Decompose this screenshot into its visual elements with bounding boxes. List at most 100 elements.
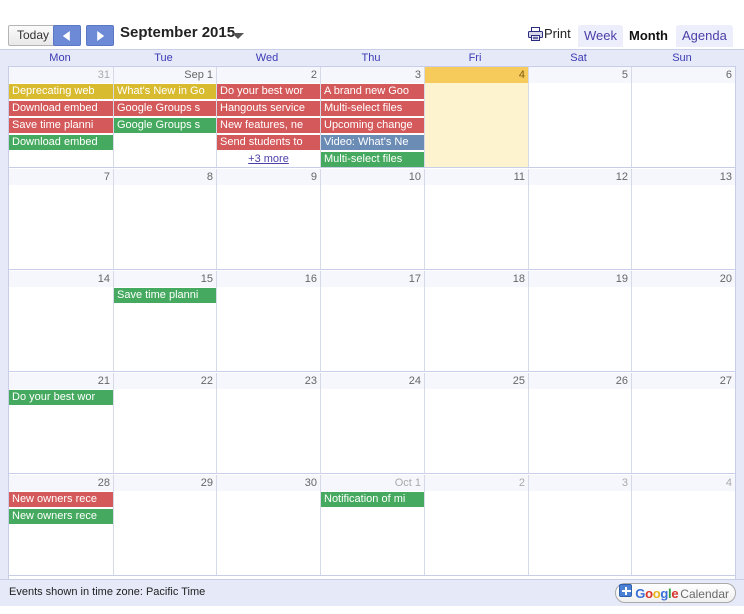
day-number[interactable]: Oct 1 bbox=[395, 475, 421, 491]
tab-week[interactable]: Week bbox=[578, 25, 623, 47]
calendar-event[interactable]: Download embed bbox=[9, 101, 113, 116]
calendar-event[interactable]: Upcoming change bbox=[321, 118, 424, 133]
day-number[interactable]: 4 bbox=[726, 475, 732, 491]
day-cell-sep-1[interactable]: Sep 1What's New in Go Google Groups s Goog… bbox=[113, 67, 216, 167]
day-number[interactable]: 26 bbox=[616, 373, 628, 389]
day-number[interactable]: 3 bbox=[415, 67, 421, 83]
calendar-event[interactable]: New owners rece bbox=[9, 509, 113, 524]
day-number[interactable]: 10 bbox=[409, 169, 421, 185]
day-cell-15[interactable]: 15Save time planni bbox=[113, 271, 216, 371]
day-cell-21[interactable]: 21Do your best wor bbox=[9, 373, 113, 473]
calendar-event[interactable]: Multi-select files bbox=[321, 152, 424, 167]
day-number[interactable]: 15 bbox=[201, 271, 213, 287]
day-cell-14[interactable]: 14 bbox=[9, 271, 113, 371]
day-cell-20[interactable]: 20 bbox=[631, 271, 735, 371]
day-number[interactable]: 7 bbox=[104, 169, 110, 185]
day-cell-7[interactable]: 7 bbox=[9, 169, 113, 269]
day-number[interactable]: 29 bbox=[201, 475, 213, 491]
calendar-event[interactable]: Google Groups s bbox=[114, 118, 216, 133]
day-number[interactable]: 2 bbox=[311, 67, 317, 83]
calendar-event[interactable]: Google Groups s bbox=[114, 101, 216, 116]
day-number[interactable]: 23 bbox=[305, 373, 317, 389]
today-button[interactable]: Today bbox=[8, 25, 58, 46]
calendar-event[interactable]: A brand new Goo bbox=[321, 84, 424, 99]
calendar-event[interactable]: Multi-select files bbox=[321, 101, 424, 116]
day-cell-22[interactable]: 22 bbox=[113, 373, 216, 473]
day-cell-28[interactable]: 28New owners receNew owners rece bbox=[9, 475, 113, 575]
day-cell-11[interactable]: 11 bbox=[424, 169, 528, 269]
day-cell-9[interactable]: 9 bbox=[216, 169, 320, 269]
calendar-event[interactable]: Notification of mi bbox=[321, 492, 424, 507]
day-number[interactable]: 31 bbox=[98, 67, 110, 83]
tab-month[interactable]: Month bbox=[623, 25, 674, 47]
tab-agenda[interactable]: Agenda bbox=[676, 25, 733, 47]
day-number[interactable]: 4 bbox=[519, 67, 525, 83]
day-cell-4[interactable]: 4 bbox=[424, 67, 528, 167]
day-cell-3[interactable]: 3 bbox=[528, 475, 631, 575]
day-cell-25[interactable]: 25 bbox=[424, 373, 528, 473]
day-number[interactable]: 22 bbox=[201, 373, 213, 389]
day-cell-18[interactable]: 18 bbox=[424, 271, 528, 371]
calendar-event[interactable]: What's New in Go bbox=[114, 84, 216, 99]
day-cell-16[interactable]: 16 bbox=[216, 271, 320, 371]
print-button[interactable]: Print bbox=[528, 26, 571, 44]
day-number[interactable]: 8 bbox=[207, 169, 213, 185]
day-cell-oct-1[interactable]: Oct 1Notification of mi bbox=[320, 475, 424, 575]
calendar-event[interactable]: Deprecating web bbox=[9, 84, 113, 99]
calendar-event[interactable]: Save time planni bbox=[114, 288, 216, 303]
day-cell-13[interactable]: 13 bbox=[631, 169, 735, 269]
day-number[interactable]: Sep 1 bbox=[184, 67, 213, 83]
day-cell-30[interactable]: 30 bbox=[216, 475, 320, 575]
day-number[interactable]: 24 bbox=[409, 373, 421, 389]
day-number[interactable]: 19 bbox=[616, 271, 628, 287]
day-cell-4[interactable]: 4 bbox=[631, 475, 735, 575]
calendar-event[interactable]: Do your best wor bbox=[9, 390, 113, 405]
day-number[interactable]: 30 bbox=[305, 475, 317, 491]
day-number[interactable]: 25 bbox=[513, 373, 525, 389]
day-cell-2[interactable]: 2 bbox=[424, 475, 528, 575]
next-period-button[interactable] bbox=[86, 25, 114, 46]
day-number[interactable]: 28 bbox=[98, 475, 110, 491]
calendar-event[interactable]: New features, ne bbox=[217, 118, 320, 133]
day-number[interactable]: 20 bbox=[720, 271, 732, 287]
day-cell-19[interactable]: 19 bbox=[528, 271, 631, 371]
calendar-event[interactable]: Send students to bbox=[217, 135, 320, 150]
calendar-event[interactable]: Download embed bbox=[9, 135, 113, 150]
day-number[interactable]: 11 bbox=[514, 169, 525, 185]
day-number[interactable]: 18 bbox=[513, 271, 525, 287]
google-calendar-badge[interactable]: GoogleCalendar bbox=[615, 583, 736, 603]
day-cell-29[interactable]: 29 bbox=[113, 475, 216, 575]
day-cell-24[interactable]: 24 bbox=[320, 373, 424, 473]
chevron-down-icon[interactable] bbox=[232, 33, 244, 39]
day-number[interactable]: 9 bbox=[311, 169, 317, 185]
day-cell-2[interactable]: 2Do your best wor Hangouts service New fea… bbox=[216, 67, 320, 167]
day-number[interactable]: 17 bbox=[409, 271, 421, 287]
calendar-event[interactable]: Video: What's Ne bbox=[321, 135, 424, 150]
day-number[interactable]: 5 bbox=[622, 67, 628, 83]
day-cell-8[interactable]: 8 bbox=[113, 169, 216, 269]
day-number[interactable]: 16 bbox=[305, 271, 317, 287]
day-number[interactable]: 3 bbox=[622, 475, 628, 491]
day-cell-6[interactable]: 6 bbox=[631, 67, 735, 167]
day-cell-10[interactable]: 10 bbox=[320, 169, 424, 269]
calendar-event[interactable]: Hangouts service bbox=[217, 101, 320, 116]
more-events-link[interactable]: +3 more bbox=[217, 152, 320, 166]
day-cell-26[interactable]: 26 bbox=[528, 373, 631, 473]
day-cell-23[interactable]: 23 bbox=[216, 373, 320, 473]
day-cell-3[interactable]: 3A brand new Goo Multi-select files Upcomi… bbox=[320, 67, 424, 167]
day-cell-12[interactable]: 12 bbox=[528, 169, 631, 269]
day-number[interactable]: 12 bbox=[616, 169, 628, 185]
day-number[interactable]: 6 bbox=[726, 67, 732, 83]
day-number[interactable]: 13 bbox=[720, 169, 732, 185]
day-cell-31[interactable]: 31Deprecating web Download embed Save time… bbox=[9, 67, 113, 167]
day-cell-17[interactable]: 17 bbox=[320, 271, 424, 371]
day-cell-5[interactable]: 5 bbox=[528, 67, 631, 167]
day-number[interactable]: 27 bbox=[720, 373, 732, 389]
day-number[interactable]: 14 bbox=[98, 271, 110, 287]
day-number[interactable]: 21 bbox=[98, 373, 110, 389]
calendar-event[interactable]: Do your best wor bbox=[217, 84, 320, 99]
calendar-event[interactable]: Save time planni bbox=[9, 118, 113, 133]
prev-period-button[interactable] bbox=[53, 25, 81, 46]
day-number[interactable]: 2 bbox=[519, 475, 525, 491]
day-cell-27[interactable]: 27 bbox=[631, 373, 735, 473]
